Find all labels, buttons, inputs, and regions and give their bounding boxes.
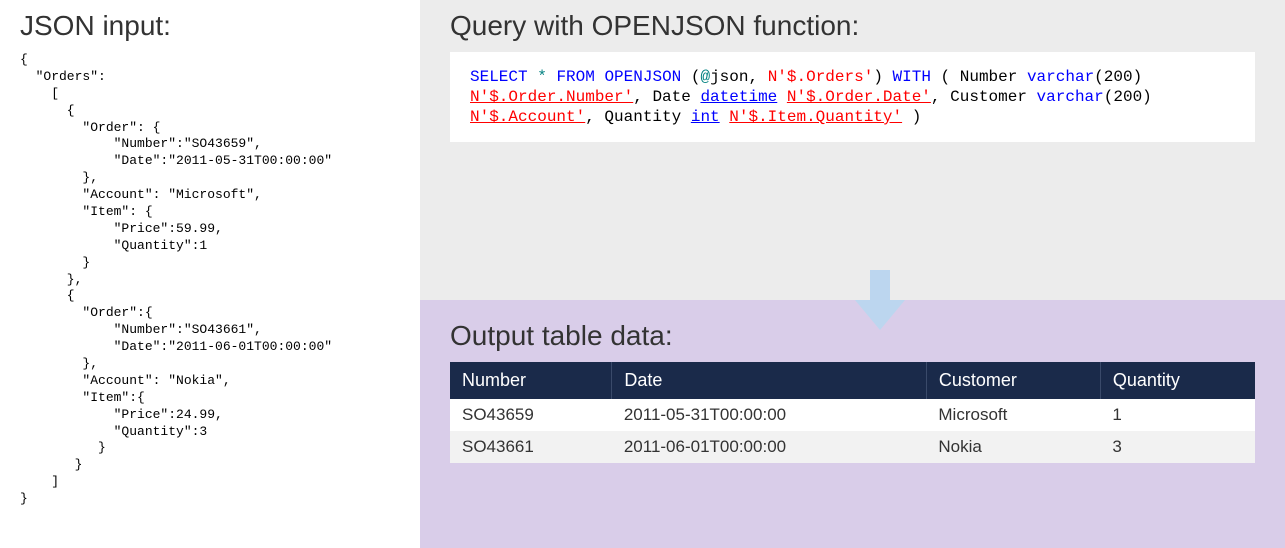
cell-number: SO43659: [450, 399, 612, 431]
cell-quantity: 3: [1100, 431, 1255, 463]
col-path-quantity: N'$.Item.Quantity': [729, 108, 902, 126]
query-panel: Query with OPENJSON function: SELECT * F…: [420, 0, 1285, 300]
output-panel: Output table data: Number Date Customer …: [420, 300, 1285, 548]
json-input-code: { "Orders": [ { "Order": { "Number":"SO4…: [20, 52, 400, 508]
col-type-varchar1: varchar: [1027, 68, 1094, 86]
th-date: Date: [612, 362, 927, 399]
kw-from: FROM: [556, 68, 594, 86]
cell-date: 2011-06-01T00:00:00: [612, 431, 927, 463]
cell-quantity: 1: [1100, 399, 1255, 431]
query-code: SELECT * FROM OPENJSON (@json, N'$.Order…: [450, 52, 1255, 142]
query-heading: Query with OPENJSON function:: [450, 10, 1255, 42]
cell-customer: Nokia: [926, 431, 1100, 463]
output-heading: Output table data:: [450, 320, 1255, 352]
json-input-panel: JSON input: { "Orders": [ { "Order": { "…: [0, 0, 420, 518]
at-symbol: @: [700, 68, 710, 86]
col-name-quantity: Quantity: [604, 108, 681, 126]
openjson-path: N'$.Orders': [768, 68, 874, 86]
arrow-down-icon: [855, 270, 905, 330]
kw-with: WITH: [893, 68, 931, 86]
col-path-number: N'$.Order.Number': [470, 88, 633, 106]
star: *: [537, 68, 547, 86]
json-input-heading: JSON input:: [20, 10, 400, 42]
th-quantity: Quantity: [1100, 362, 1255, 399]
col-type-varchar2: varchar: [1037, 88, 1104, 106]
col-len-1: 200: [1104, 68, 1133, 86]
col-name-customer: Customer: [950, 88, 1027, 106]
output-table: Number Date Customer Quantity SO43659 20…: [450, 362, 1255, 463]
table-row: SO43661 2011-06-01T00:00:00 Nokia 3: [450, 431, 1255, 463]
th-customer: Customer: [926, 362, 1100, 399]
col-type-int: int: [691, 108, 720, 126]
cell-date: 2011-05-31T00:00:00: [612, 399, 927, 431]
col-name-date: Date: [652, 88, 690, 106]
table-header-row: Number Date Customer Quantity: [450, 362, 1255, 399]
col-path-date: N'$.Order.Date': [787, 88, 931, 106]
kw-openjson: OPENJSON: [604, 68, 681, 86]
col-len-2: 200: [1113, 88, 1142, 106]
col-path-account: N'$.Account': [470, 108, 585, 126]
cell-customer: Microsoft: [926, 399, 1100, 431]
cell-number: SO43661: [450, 431, 612, 463]
json-var: json: [710, 68, 748, 86]
col-name-number: Number: [960, 68, 1018, 86]
th-number: Number: [450, 362, 612, 399]
col-type-datetime: datetime: [700, 88, 777, 106]
kw-select: SELECT: [470, 68, 528, 86]
table-row: SO43659 2011-05-31T00:00:00 Microsoft 1: [450, 399, 1255, 431]
